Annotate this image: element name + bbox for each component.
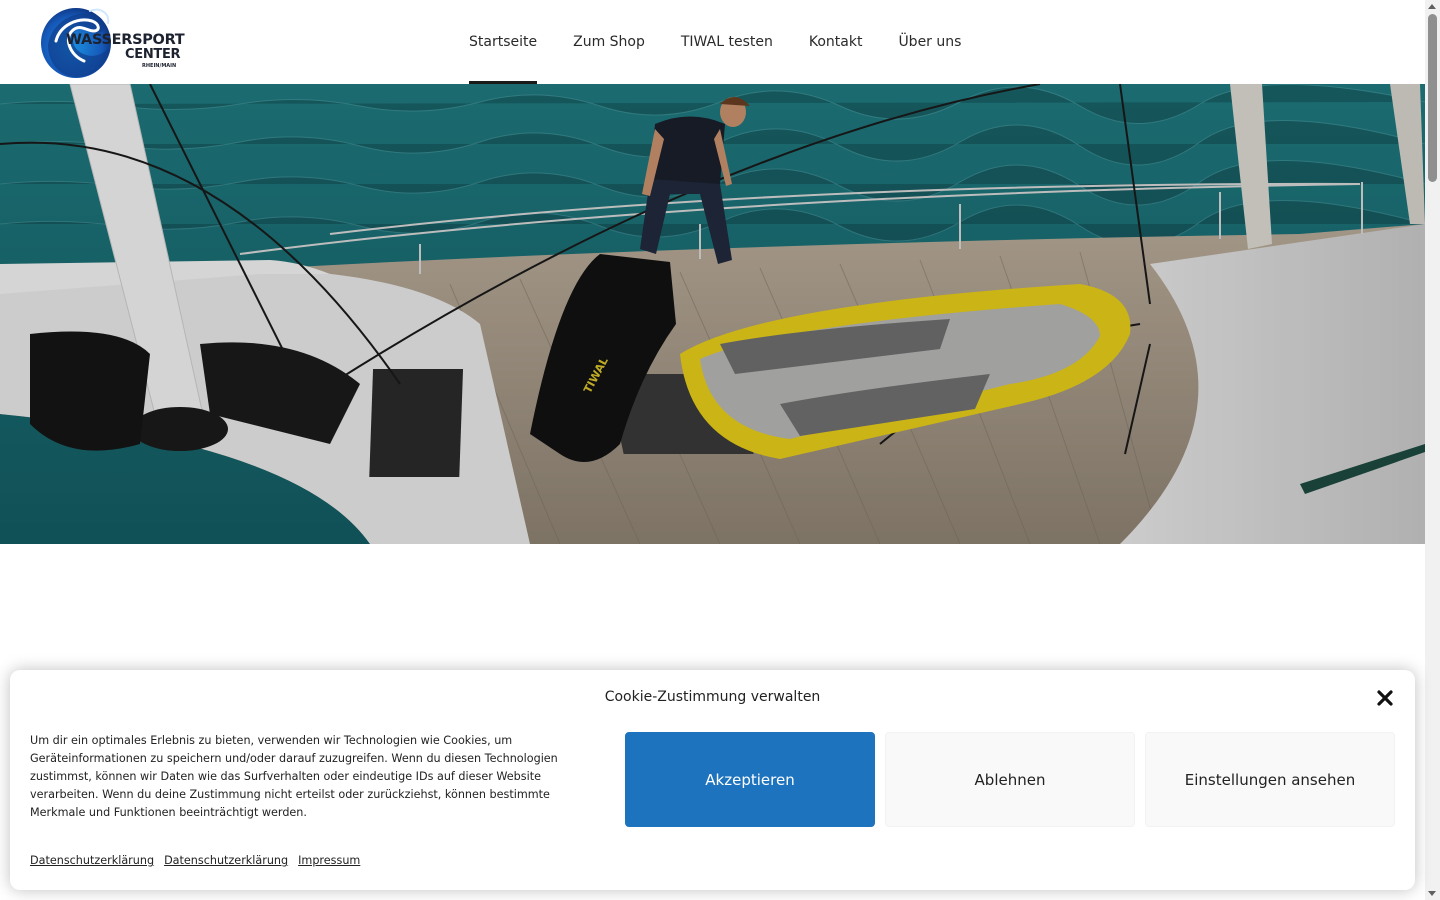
nav-item-startseite[interactable]: Startseite (451, 0, 555, 84)
scroll-down-icon[interactable] (1428, 891, 1436, 896)
logo-line-2: CENTER (125, 47, 181, 62)
site-logo[interactable]: WASSERSPORT CENTER RHEIN/MAIN (38, 3, 188, 79)
cookie-consent-banner: Cookie-Zustimmung verwalten Um dir ein o… (10, 670, 1415, 890)
page-scrollbar[interactable] (1425, 0, 1440, 900)
privacy-policy-link-2[interactable]: Datenschutzerklärung (164, 854, 288, 867)
cookie-title: Cookie-Zustimmung verwalten (604, 689, 821, 705)
logo-line-1: WASSERSPORT (66, 32, 185, 48)
view-settings-button[interactable]: Einstellungen ansehen (1145, 732, 1395, 827)
nav-item-tiwal-testen[interactable]: TIWAL testen (663, 0, 791, 84)
cookie-links: Datenschutzerklärung Datenschutzerklärun… (30, 854, 360, 867)
nav-item-zum-shop[interactable]: Zum Shop (555, 0, 663, 84)
nav-item-ueber-uns[interactable]: Über uns (880, 0, 979, 84)
close-icon[interactable] (1376, 689, 1394, 707)
hero-image: TIWAL (0, 84, 1425, 544)
nav-item-kontakt[interactable]: Kontakt (791, 0, 881, 84)
imprint-link[interactable]: Impressum (298, 854, 360, 867)
cookie-description: Um dir ein optimales Erlebnis zu bieten,… (30, 734, 558, 819)
site-header: WASSERSPORT CENTER RHEIN/MAIN Startseite… (0, 0, 1425, 84)
deny-button[interactable]: Ablehnen (885, 732, 1135, 827)
main-navigation: Startseite Zum Shop TIWAL testen Kontakt… (451, 0, 979, 84)
scrollbar-thumb[interactable] (1428, 14, 1437, 182)
accept-button[interactable]: Akzeptieren (625, 732, 875, 827)
privacy-policy-link[interactable]: Datenschutzerklärung (30, 854, 154, 867)
scroll-up-icon[interactable] (1428, 4, 1436, 9)
hero-illustration: TIWAL (0, 84, 1425, 544)
logo-line-3: RHEIN/MAIN (142, 63, 177, 69)
